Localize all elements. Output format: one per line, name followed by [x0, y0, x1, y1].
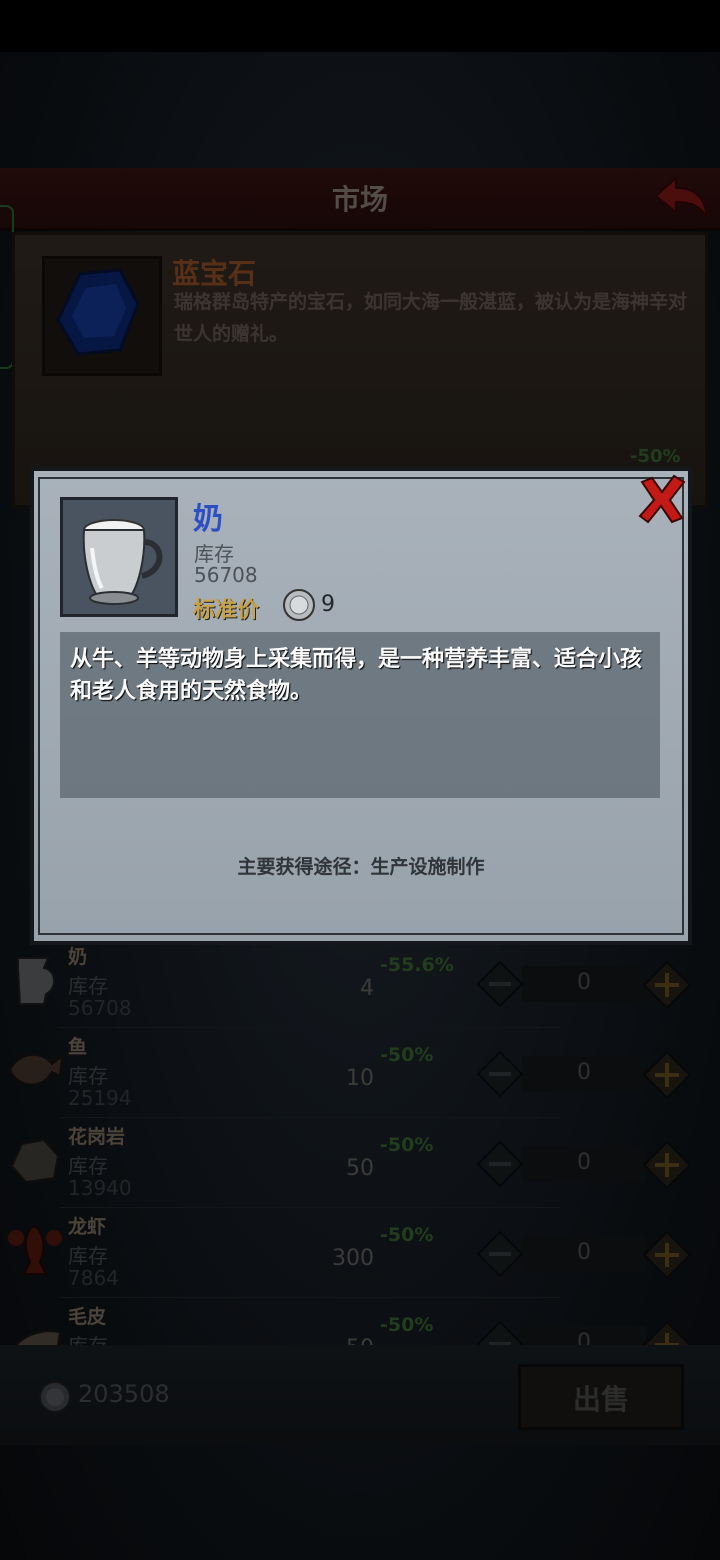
standard-price-label: 标准价 — [193, 598, 260, 623]
silver-coin-icon — [283, 589, 315, 621]
acquisition-source: 主要获得途径：生产设施制作 — [237, 856, 485, 878]
milk-jug-icon — [82, 519, 163, 605]
close-icon[interactable] — [634, 472, 688, 526]
status-bar — [0, 0, 720, 52]
popup-description: 从牛、羊等动物身上采集而得，是一种营养丰富、适合小孩和老人食用的天然食物。 — [70, 647, 643, 704]
popup-stock-value: 56708 — [194, 563, 258, 587]
popup-item-name: 奶 — [193, 502, 223, 537]
standard-price-value: 9 — [321, 592, 335, 617]
